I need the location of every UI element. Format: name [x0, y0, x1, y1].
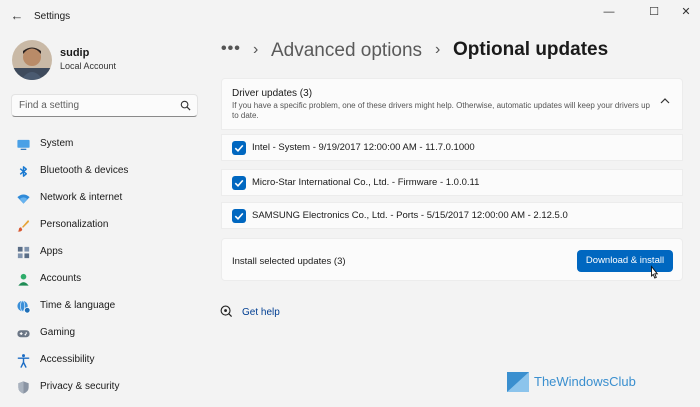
- driver-updates-header[interactable]: Driver updates (3) If you have a specifi…: [221, 78, 683, 130]
- breadcrumb-separator: ›: [435, 41, 441, 58]
- sidebar-item-privacy-security[interactable]: Privacy & security: [8, 374, 200, 401]
- sidebar-item-bluetooth[interactable]: Bluetooth & devices: [8, 158, 200, 185]
- driver-label: Intel - System - 9/19/2017 12:00:00 AM -…: [252, 142, 475, 153]
- app-title: Settings: [34, 11, 71, 22]
- driver-updates-title: Driver updates (3): [232, 88, 313, 99]
- sidebar-item-personalization[interactable]: Personalization: [8, 212, 200, 239]
- driver-checkbox[interactable]: [232, 209, 246, 223]
- driver-label: Micro-Star International Co., Ltd. - Fir…: [252, 177, 480, 188]
- checkmark-icon: [234, 144, 244, 152]
- sidebar-item-label: Personalization: [40, 219, 109, 230]
- breadcrumb-more-button[interactable]: •••: [221, 40, 241, 58]
- checkmark-icon: [234, 212, 244, 220]
- help-icon[interactable]: [220, 305, 233, 318]
- sidebar-item-label: Privacy & security: [40, 381, 120, 392]
- page-title: Optional updates: [453, 39, 609, 60]
- sidebar-item-label: Gaming: [40, 327, 76, 338]
- sidebar-item-system[interactable]: System: [8, 131, 200, 158]
- sidebar-item-label: Apps: [40, 246, 63, 257]
- avatar[interactable]: [12, 40, 52, 80]
- accessibility-icon: [17, 354, 30, 368]
- driver-row[interactable]: SAMSUNG Electronics Co., Ltd. - Ports - …: [221, 202, 683, 229]
- sidebar-item-label: Accounts: [40, 273, 82, 284]
- sidebar-item-accessibility[interactable]: Accessibility: [8, 347, 200, 374]
- person-icon: [18, 273, 29, 286]
- chevron-up-icon[interactable]: [660, 97, 670, 105]
- title-bar: ← Settings — ☐ ✕: [0, 0, 700, 32]
- watermark-text: TheWindowsClub: [534, 374, 636, 389]
- maximize-button[interactable]: ☐: [640, 5, 668, 19]
- install-bar: Install selected updates (3) Download & …: [221, 238, 683, 281]
- sidebar-item-accounts[interactable]: Accounts: [8, 266, 200, 293]
- breadcrumb-separator: ›: [253, 41, 259, 58]
- driver-row[interactable]: Micro-Star International Co., Ltd. - Fir…: [221, 169, 683, 196]
- monitor-icon: [17, 139, 30, 150]
- search-icon[interactable]: [180, 100, 191, 111]
- bluetooth-icon: [19, 166, 28, 177]
- checkmark-icon: [234, 179, 244, 187]
- sidebar-item-network[interactable]: Network & internet: [8, 185, 200, 212]
- wifi-icon: [17, 194, 30, 204]
- apps-icon: [17, 246, 30, 259]
- user-name: sudip: [60, 47, 90, 59]
- sidebar-nav: System Bluetooth & devices Network & int…: [8, 131, 200, 401]
- search-box[interactable]: [11, 94, 198, 117]
- brush-icon: [17, 219, 30, 232]
- thewindowsclub-logo-icon: [507, 372, 529, 392]
- get-help-link[interactable]: Get help: [242, 307, 280, 318]
- driver-label: SAMSUNG Electronics Co., Ltd. - Ports - …: [252, 210, 568, 221]
- search-input[interactable]: [12, 95, 172, 116]
- driver-updates-description: If you have a specific problem, one of t…: [232, 101, 650, 120]
- sidebar-item-label: Bluetooth & devices: [40, 165, 129, 176]
- globe-clock-icon: [17, 300, 31, 314]
- sidebar-item-time-language[interactable]: Time & language: [8, 293, 200, 320]
- gamepad-icon: [17, 330, 30, 338]
- account-type: Local Account: [60, 61, 117, 71]
- mouse-cursor-icon: [651, 265, 659, 279]
- sidebar-item-label: Time & language: [40, 300, 116, 311]
- close-button[interactable]: ✕: [672, 5, 700, 19]
- sidebar-item-gaming[interactable]: Gaming: [8, 320, 200, 347]
- minimize-button[interactable]: —: [595, 5, 623, 19]
- sidebar-item-apps[interactable]: Apps: [8, 239, 200, 266]
- sidebar-item-label: Accessibility: [40, 354, 95, 365]
- shield-icon: [18, 381, 29, 394]
- breadcrumb-parent-link[interactable]: Advanced options: [271, 40, 422, 62]
- install-selected-label: Install selected updates (3): [232, 256, 346, 267]
- driver-row[interactable]: Intel - System - 9/19/2017 12:00:00 AM -…: [221, 134, 683, 161]
- sidebar-item-label: Network & internet: [40, 192, 123, 203]
- sidebar-item-label: System: [40, 138, 74, 149]
- driver-checkbox[interactable]: [232, 141, 246, 155]
- driver-checkbox[interactable]: [232, 176, 246, 190]
- back-button[interactable]: ←: [8, 7, 26, 25]
